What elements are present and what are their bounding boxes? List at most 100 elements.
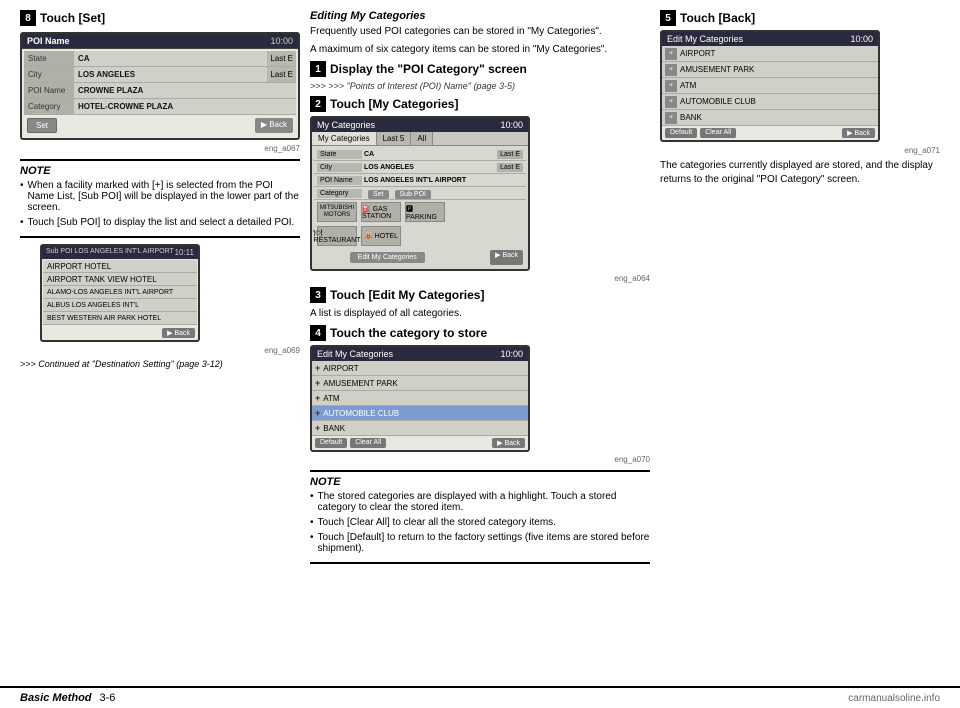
right-default-button[interactable]: Default — [665, 128, 697, 138]
mycat-icon-restaurant-box: 🍽 RESTAURANT — [317, 226, 357, 246]
edit-cat-row-bank[interactable]: BANK — [312, 421, 528, 436]
mycat-state-label: State — [317, 150, 362, 159]
mycat-icon-hotel-label: 🏨 HOTEL — [364, 232, 398, 240]
note2-text-1: The stored categories are displayed with… — [318, 491, 650, 513]
right-bank-label: BANK — [680, 113, 702, 122]
poi-name-screen-time: 10:00 — [270, 36, 293, 46]
mycat-poiname-label: POI Name — [317, 176, 362, 185]
footer-left: Basic Method — [20, 692, 92, 704]
mycat-tab-last5[interactable]: Last 5 — [377, 132, 412, 145]
poi-name-screen-header: POI Name 10:00 — [22, 34, 298, 49]
bank-icon: + — [665, 112, 677, 124]
mycat-subpoi-btn[interactable]: Sub POI — [395, 187, 431, 199]
step4-title: Touch the category to store — [330, 326, 487, 340]
edit-cat-row-airport[interactable]: AIRPORT — [312, 361, 528, 376]
main-columns: 8 Touch [Set] POI Name 10:00 State CA La… — [20, 10, 940, 570]
mycat-poiname-value: LOS ANGELES INT'L AIRPORT — [364, 177, 466, 184]
note-title-2: NOTE — [310, 476, 650, 488]
note-bullet-1: • — [20, 180, 24, 191]
atm-icon: + — [665, 80, 677, 92]
right-screen-time: 10:00 — [850, 34, 873, 44]
note2-text-3: Touch [Default] to return to the factory… — [318, 532, 650, 554]
autoclub-icon: + — [665, 96, 677, 108]
right-screen-img-label: eng_a071 — [660, 146, 940, 155]
mycat-tab-all[interactable]: All — [411, 132, 433, 145]
step1-title: Display the "POI Category" screen — [330, 62, 527, 76]
mycat-icon-parking-box: 🅿 PARKING — [405, 202, 445, 222]
left-column: 8 Touch [Set] POI Name 10:00 State CA La… — [20, 10, 300, 570]
mycat-back-btn[interactable]: ▶ Back — [490, 250, 523, 265]
note-bullet-2: • — [20, 217, 24, 228]
right-btn-row: Default Clear All ▶ Back — [662, 126, 878, 140]
mycat-icon-gas-label: ⛽ GAS STATION — [362, 205, 400, 220]
note-item-1: • When a facility marked with [+] is sel… — [20, 180, 300, 213]
right-back-button[interactable]: ▶ Back — [842, 128, 875, 138]
screen1-img-label: eng_a067 — [20, 144, 300, 153]
sub-poi-screen-header: Sub POI LOS ANGELES INT'L AIRPORT 10:11 — [42, 246, 198, 259]
back-button-1[interactable]: ▶ Back — [255, 118, 293, 133]
mid-column: Editing My Categories Frequently used PO… — [310, 10, 650, 570]
edit-cat-row-amusement[interactable]: AMUSEMENT PARK — [312, 376, 528, 391]
subpoi-row-5: BEST WESTERN AIR PARK HOTEL — [43, 312, 197, 325]
subpoi-row-3: ALAMO-LOS ANGELES INT'L AIRPORT — [43, 286, 197, 299]
right-row-autoclub[interactable]: + AUTOMOBILE CLUB — [662, 94, 878, 110]
mycat-bottom-bar: Edit My Categories ▶ Back — [314, 248, 526, 267]
edit-cat-header: Edit My Categories 10:00 — [312, 347, 528, 361]
default-button[interactable]: Default — [315, 438, 347, 448]
clearall-button[interactable]: Clear All — [350, 438, 386, 448]
note2-text-2: Touch [Clear All] to clear all the store… — [318, 517, 556, 528]
note2-bullet-2: • — [310, 517, 314, 528]
right-row-atm[interactable]: + ATM — [662, 78, 878, 94]
right-column: 5 Touch [Back] Edit My Categories 10:00 … — [660, 10, 940, 570]
poi-row-city-label: City — [24, 67, 74, 82]
edit-cat-amusement-label: AMUSEMENT PARK — [323, 379, 397, 388]
note-item-2: • Touch [Sub POI] to display the list an… — [20, 217, 300, 228]
right-screen-body: + AIRPORT + AMUSEMENT PARK + ATM + AUTOM… — [662, 46, 878, 126]
poi-btn-row: Set ▶ Back — [24, 115, 296, 136]
note-text-2: Touch [Sub POI] to display the list and … — [28, 217, 295, 228]
mycat-icon-restaurant: 🍽 RESTAURANT — [317, 226, 357, 246]
step2-header: 2 Touch [My Categories] — [310, 96, 650, 112]
subpoi-row-2: AIRPORT TANK VIEW HOTEL — [43, 273, 197, 286]
footer-page: 3-6 — [100, 692, 116, 704]
step8-title: 8 Touch [Set] — [20, 10, 300, 26]
mycat-set-btn[interactable]: Set — [368, 187, 389, 199]
edit-cat-row-autoclub[interactable]: AUTOMOBILE CLUB — [312, 406, 528, 421]
poi-row-state-label: State — [24, 51, 74, 66]
right-autoclub-label: AUTOMOBILE CLUB — [680, 97, 756, 106]
subpoi-back-button[interactable]: ▶ Back — [162, 328, 195, 338]
edit-cat-row-atm[interactable]: ATM — [312, 391, 528, 406]
right-row-amusement[interactable]: + AMUSEMENT PARK — [662, 62, 878, 78]
note-box-1: NOTE • When a facility marked with [+] i… — [20, 159, 300, 238]
mycat-cat-label: Category — [317, 189, 362, 198]
mycat-content: State CA Last E City LOS ANGELES Last E … — [312, 146, 528, 269]
step1-header: 1 Display the "POI Category" screen — [310, 61, 650, 77]
set-button[interactable]: Set — [27, 118, 57, 133]
right-clearall-button[interactable]: Clear All — [700, 128, 736, 138]
subpoi-row-1: AIRPORT HOTEL — [43, 260, 197, 273]
poi-row-category: Category HOTEL-CROWNE PLAZA — [24, 99, 296, 115]
edit-cat-bank-label: BANK — [323, 424, 345, 433]
subpoi-row-4: ALBUS LOS ANGELES INT'L — [43, 299, 197, 312]
mycat-icon-mitsubishi-label: MITSUBISHI MOTORS — [318, 205, 356, 218]
step1-number: 1 — [310, 61, 326, 77]
right-screen-header: Edit My Categories 10:00 — [662, 32, 878, 46]
right-row-airport[interactable]: + AIRPORT — [662, 46, 878, 62]
poi-row-state-value: CA — [74, 54, 94, 63]
edit-cat-atm-label: ATM — [323, 394, 339, 403]
right-atm-label: ATM — [680, 81, 696, 90]
edit-cat-time: 10:00 — [500, 349, 523, 359]
note-title-1: NOTE — [20, 165, 300, 177]
mycat-city-value: LOS ANGELES — [364, 164, 414, 171]
right-airport-label: AIRPORT — [680, 49, 715, 58]
edit-my-categories-btn[interactable]: Edit My Categories — [350, 252, 425, 263]
right-row-bank[interactable]: + BANK — [662, 110, 878, 126]
step1-arrow-text: >>> "Points of Interest (POI) Name" (pag… — [328, 81, 515, 91]
edit-cat-body: AIRPORT AMUSEMENT PARK ATM AUTOMOBILE CL… — [312, 361, 528, 436]
page-container: 8 Touch [Set] POI Name 10:00 State CA La… — [0, 0, 960, 708]
sub-poi-body: AIRPORT HOTEL AIRPORT TANK VIEW HOTEL AL… — [42, 259, 198, 326]
footer: Basic Method 3-6 carmanualsoline.info — [0, 686, 960, 708]
mycat-tab-mycategories[interactable]: My Categories — [312, 132, 377, 145]
step5-header: 5 Touch [Back] — [660, 10, 940, 26]
edit-cat-back-button[interactable]: ▶ Back — [492, 438, 525, 448]
